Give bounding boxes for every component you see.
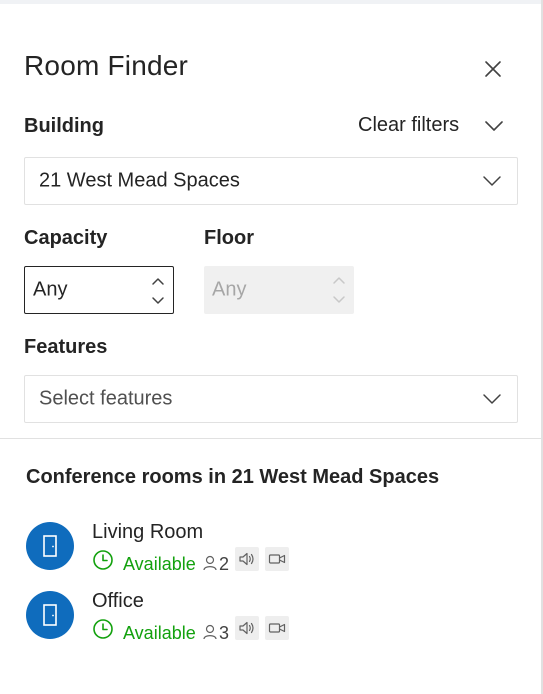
features-label: Features: [24, 336, 108, 358]
floor-stepper-value: Any: [212, 278, 247, 301]
door-icon: [43, 604, 57, 626]
clock-icon: [93, 619, 113, 639]
availability-status: Available: [123, 554, 196, 574]
building-label: Building: [24, 115, 104, 137]
video-feature-badge: [265, 616, 289, 640]
person-icon: [203, 624, 217, 640]
room-name: Office: [92, 590, 144, 612]
capacity-stepper-value: Any: [33, 278, 68, 301]
panel-title: Room Finder: [24, 50, 189, 81]
door-icon: [43, 535, 57, 557]
room-avatar: [26, 522, 74, 570]
room-name: Living Room: [92, 521, 204, 543]
features-dropdown-placeholder: Select features: [39, 387, 173, 410]
audio-feature-badge: [235, 616, 259, 640]
chevron-down-icon: [483, 394, 501, 404]
room-capacity: 2: [219, 554, 230, 574]
audio-icon: [239, 621, 254, 635]
audio-icon: [239, 552, 254, 566]
floor-stepper: Any: [204, 266, 354, 314]
close-button[interactable]: [478, 54, 508, 84]
capacity-label: Capacity: [24, 227, 108, 249]
results-title: Conference rooms in 21 West Mead Spaces: [26, 466, 440, 488]
features-dropdown[interactable]: Select features: [24, 375, 518, 423]
audio-feature-badge: [235, 547, 259, 571]
clock-icon: [93, 550, 113, 570]
close-icon: [485, 61, 501, 77]
stepper-arrows-icon: [333, 277, 345, 303]
room-avatar: [26, 591, 74, 639]
collapse-filters-button[interactable]: [482, 114, 506, 138]
person-icon: [203, 555, 217, 571]
capacity-stepper[interactable]: Any: [24, 266, 174, 314]
building-dropdown[interactable]: 21 West Mead Spaces: [24, 157, 518, 205]
chevron-down-icon: [485, 121, 503, 131]
stepper-arrows-icon[interactable]: [151, 273, 165, 309]
video-icon: [268, 554, 286, 564]
floor-label: Floor: [204, 227, 254, 249]
video-icon: [268, 623, 286, 633]
video-feature-badge: [265, 547, 289, 571]
section-divider: [0, 438, 541, 439]
availability-status: Available: [123, 623, 196, 643]
clear-filters-button[interactable]: Clear filters: [358, 114, 459, 137]
room-capacity: 3: [219, 623, 230, 643]
room-list-item[interactable]: Living Room Available 2: [0, 518, 541, 578]
building-dropdown-value: 21 West Mead Spaces: [39, 169, 240, 192]
room-list-item[interactable]: Office Available 3: [0, 587, 541, 647]
chevron-down-icon: [483, 176, 501, 186]
top-strip: [0, 0, 543, 4]
